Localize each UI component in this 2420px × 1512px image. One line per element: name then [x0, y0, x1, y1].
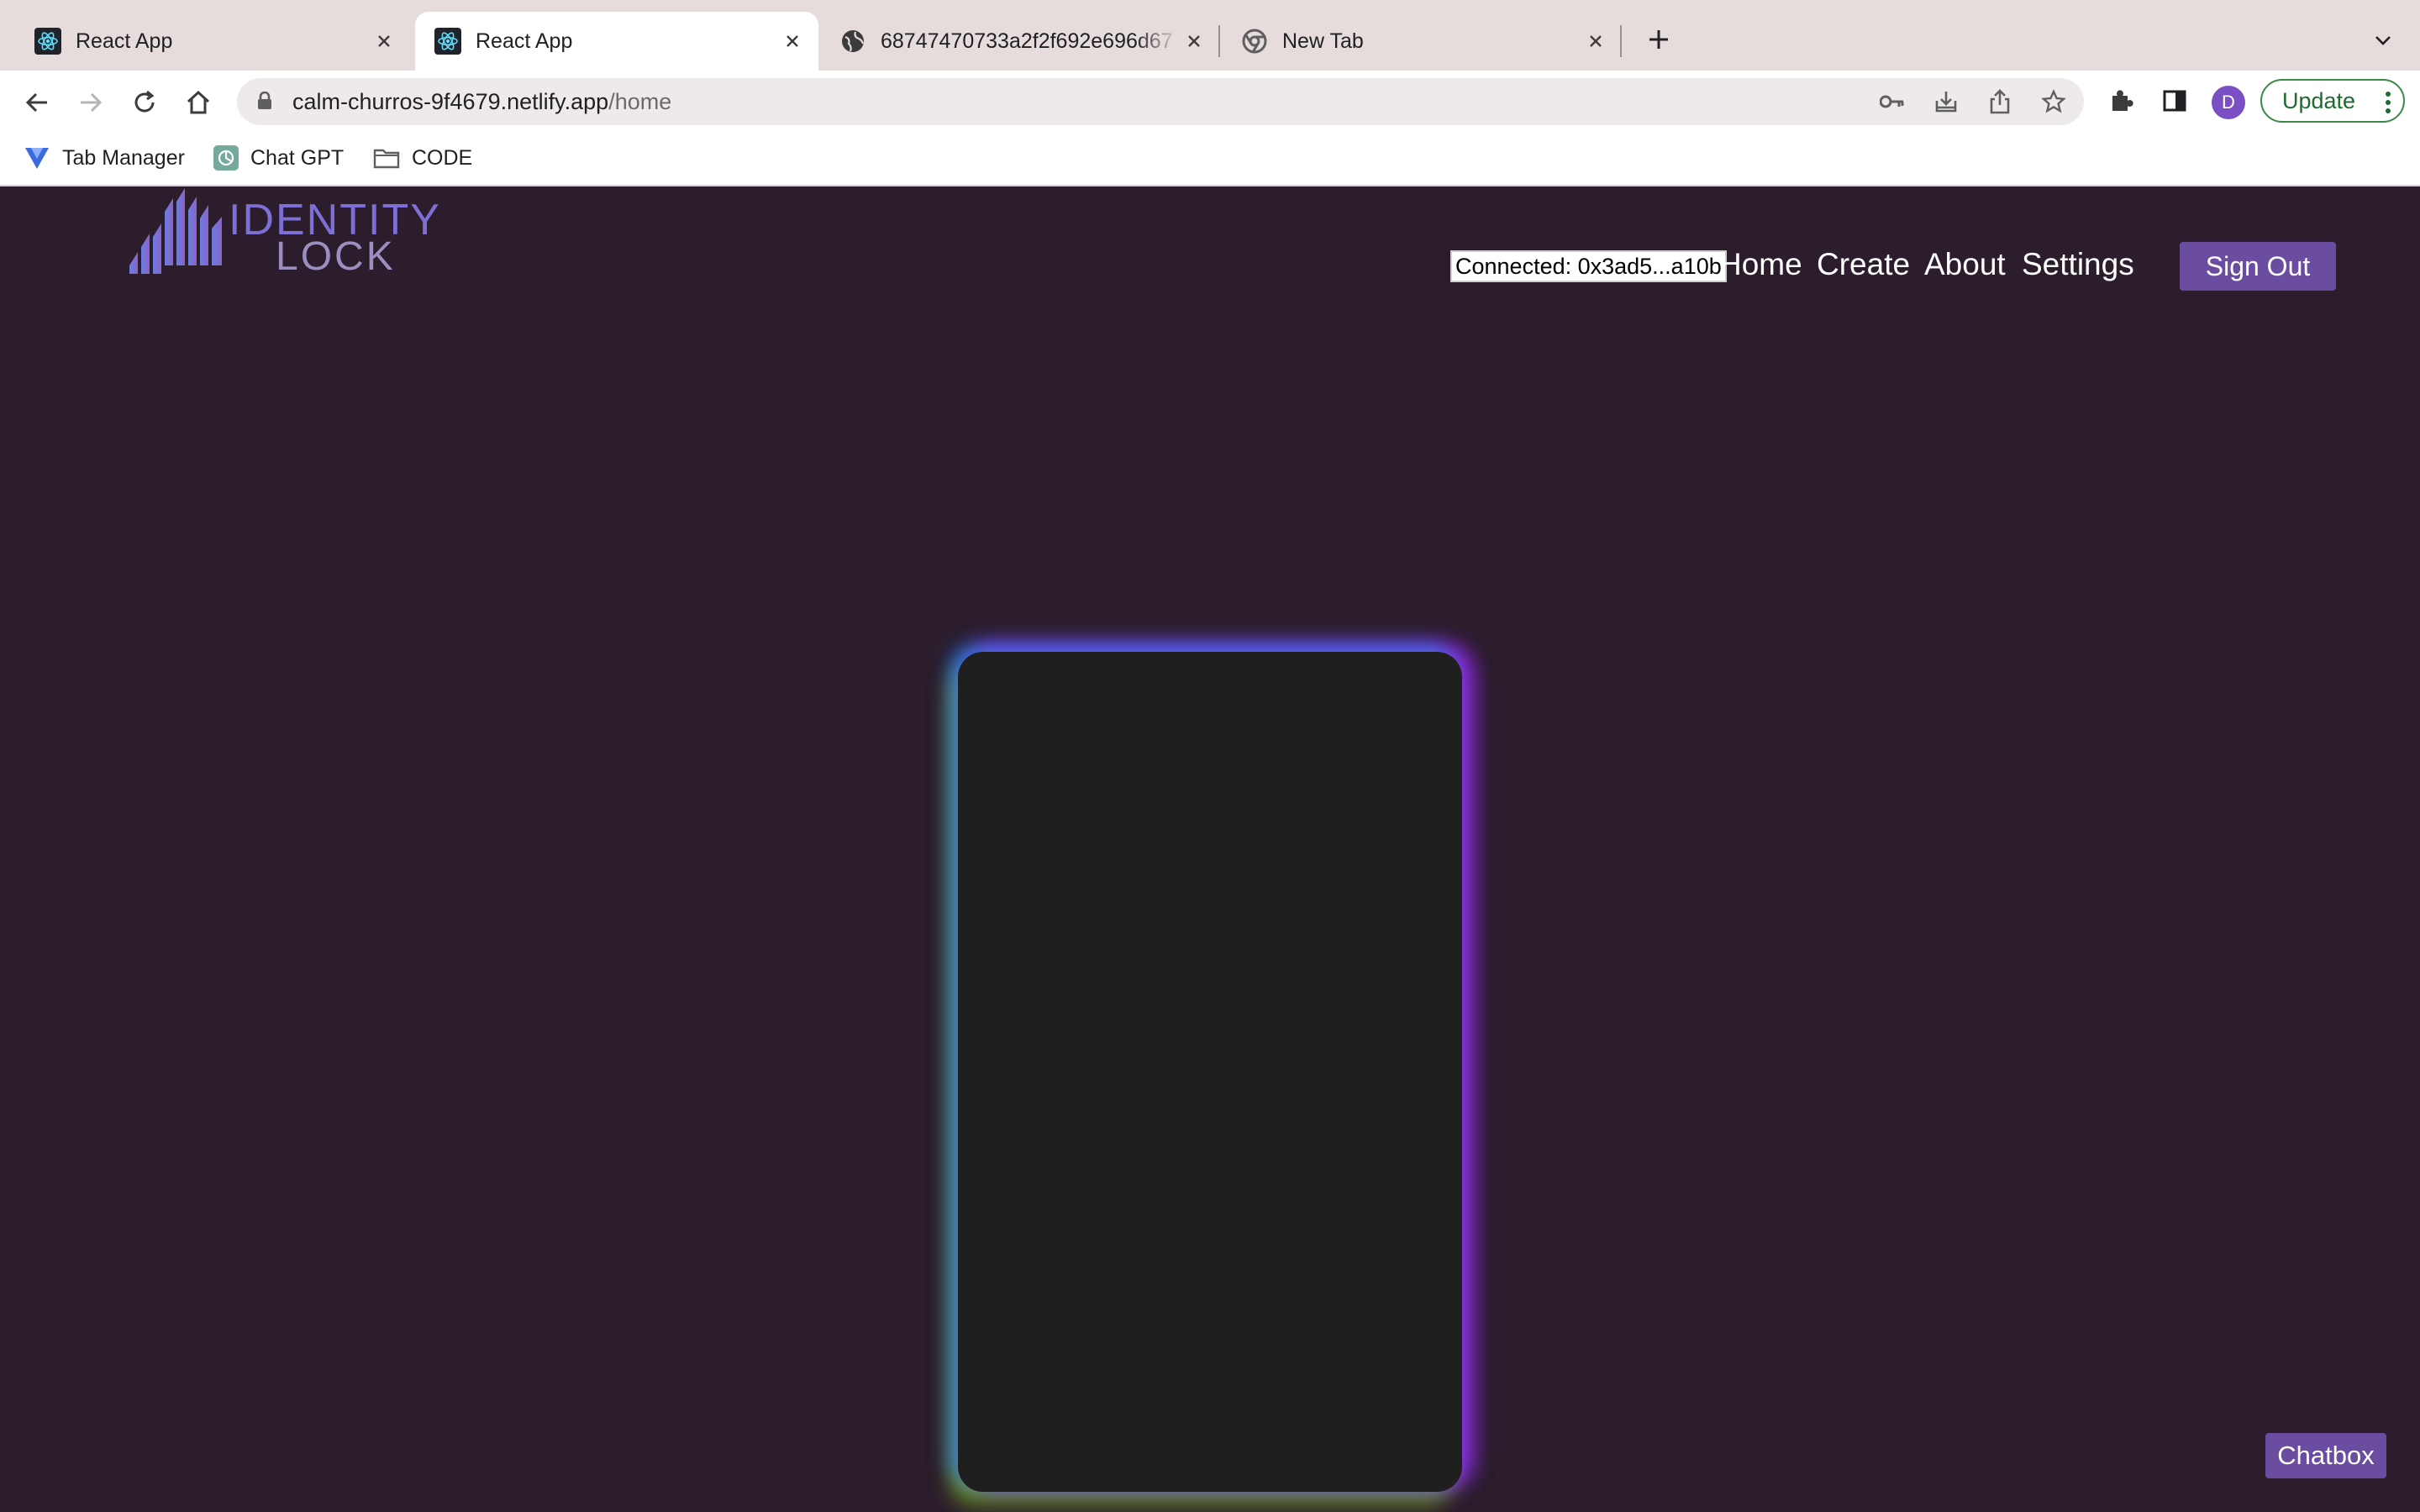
- logo-bars-icon: [129, 188, 222, 274]
- url-text: calm-churros-9f4679.netlify.app/home: [292, 89, 671, 115]
- browser-toolbar: calm-churros-9f4679.netlify.app/home D U…: [0, 71, 2420, 131]
- glowing-card: [958, 652, 1462, 1492]
- bookmark-tab-manager[interactable]: Tab Manager: [24, 143, 185, 173]
- address-bar[interactable]: calm-churros-9f4679.netlify.app/home: [237, 78, 2084, 125]
- react-icon: [34, 27, 62, 55]
- tab-new-tab[interactable]: New Tab: [1222, 12, 1622, 71]
- side-panel-icon[interactable]: [2158, 84, 2191, 118]
- reload-icon[interactable]: [128, 86, 161, 119]
- close-icon[interactable]: [370, 27, 398, 55]
- chevron-down-icon[interactable]: [2368, 25, 2398, 55]
- tab-image-url[interactable]: 68747470733a2f2f692e696d67: [820, 12, 1220, 71]
- profile-avatar[interactable]: D: [2212, 86, 2245, 119]
- tab-title: New Tab: [1282, 29, 1364, 53]
- close-icon[interactable]: [778, 27, 807, 55]
- tab-react-app-1[interactable]: React App: [15, 12, 410, 71]
- tab-title: 68747470733a2f2f692e696d67: [881, 29, 1173, 53]
- chrome-icon: [1240, 27, 1269, 55]
- update-button[interactable]: Update: [2260, 79, 2405, 123]
- extensions-puzzle-icon[interactable]: [2104, 84, 2138, 118]
- logo-text-lock: LOCK: [276, 234, 396, 279]
- close-icon[interactable]: [1180, 27, 1208, 55]
- bookmark-code-folder[interactable]: CODE: [373, 143, 472, 173]
- lock-icon[interactable]: [257, 91, 272, 114]
- more-menu-icon[interactable]: [2385, 91, 2391, 120]
- url-path: /home: [608, 89, 672, 114]
- bookmark-chat-gpt[interactable]: Chat GPT: [213, 143, 344, 173]
- identity-lock-logo[interactable]: IDENTITY LOCK: [128, 186, 439, 281]
- share-icon[interactable]: [1986, 88, 2013, 115]
- chatbox-button[interactable]: Chatbox: [2265, 1433, 2386, 1478]
- nav-home[interactable]: Home: [1719, 247, 1802, 282]
- nav-create[interactable]: Create: [1817, 247, 1910, 282]
- bookmarks-bar: Tab Manager Chat GPT CODE: [0, 131, 2420, 186]
- close-icon[interactable]: [1581, 27, 1610, 55]
- tab-react-app-2[interactable]: React App: [415, 12, 818, 71]
- bookmark-label: Tab Manager: [62, 145, 185, 170]
- tab-title: React App: [476, 29, 573, 53]
- react-icon: [434, 27, 462, 55]
- nav-about[interactable]: About: [1924, 247, 2006, 282]
- tab-separator: [1620, 25, 1622, 57]
- wallet-connected-status: Connected: 0x3ad5...a10b: [1450, 250, 1727, 282]
- back-arrow-icon[interactable]: [20, 86, 54, 119]
- sign-out-button[interactable]: Sign Out: [2180, 242, 2336, 291]
- new-tab-plus-icon[interactable]: [1642, 23, 1676, 56]
- tab-manager-icon: [24, 145, 50, 171]
- tab-separator: [1218, 25, 1220, 57]
- chatgpt-icon: [213, 145, 239, 171]
- url-host: calm-churros-9f4679.netlify.app: [292, 89, 609, 114]
- key-icon[interactable]: [1879, 88, 1906, 115]
- bookmark-label: CODE: [412, 145, 473, 170]
- app-page: IDENTITY LOCK Connected: 0x3ad5...a10b H…: [0, 186, 2420, 1512]
- bookmark-label: Chat GPT: [250, 145, 345, 170]
- tab-strip: React App React App 68747470733a2f2f692e…: [0, 0, 2420, 71]
- forward-arrow-icon[interactable]: [74, 86, 108, 119]
- tab-title: React App: [76, 29, 173, 53]
- nav-settings[interactable]: Settings: [2022, 247, 2134, 282]
- home-icon[interactable]: [182, 86, 215, 119]
- globe-icon: [839, 27, 867, 55]
- folder-icon: [373, 147, 400, 169]
- update-label: Update: [2282, 87, 2356, 113]
- star-icon[interactable]: [2040, 88, 2067, 115]
- install-app-icon[interactable]: [1933, 88, 1960, 115]
